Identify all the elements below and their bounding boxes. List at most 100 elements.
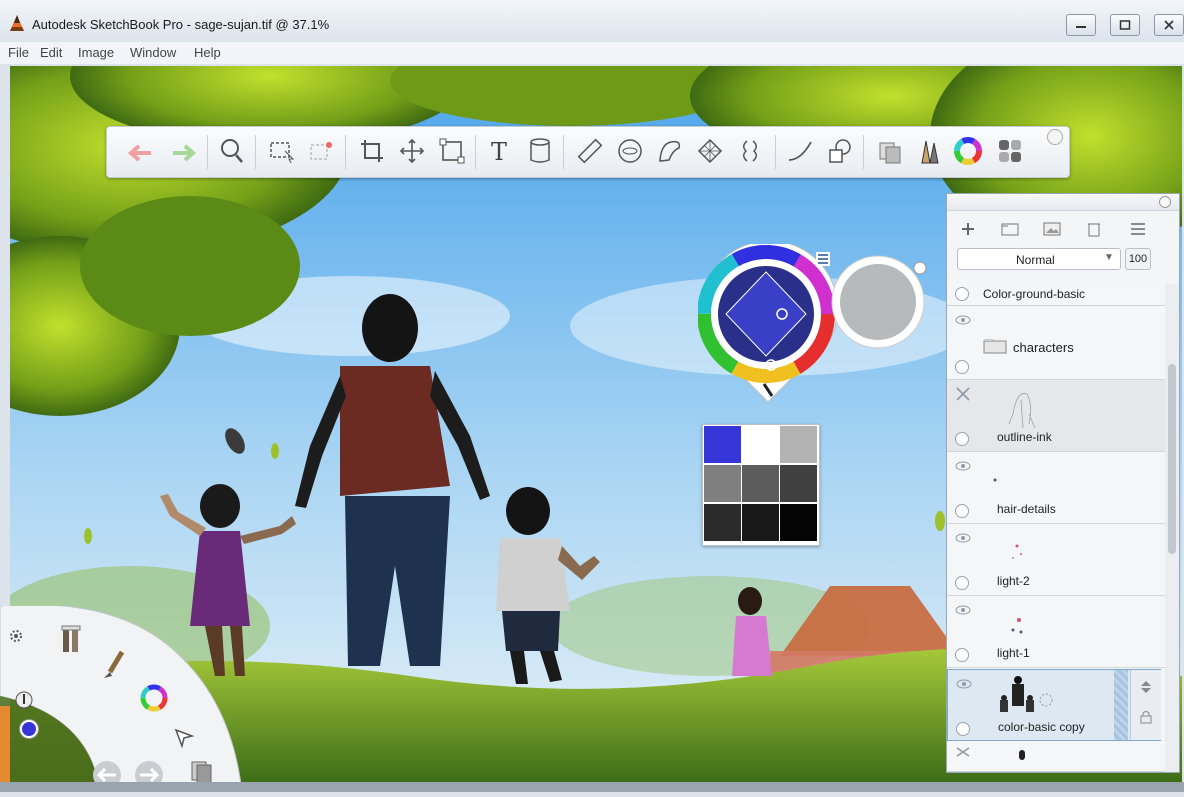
symmetry-icon — [743, 140, 757, 162]
select-arrow-button[interactable] — [172, 724, 196, 749]
layer-scrollbar-thumb[interactable] — [1168, 364, 1176, 554]
pointer-icon — [174, 728, 195, 749]
eye-icon[interactable] — [956, 678, 972, 690]
layer-toggle-circle[interactable] — [955, 576, 969, 590]
lagoon-menu — [0, 604, 250, 793]
ruler-button[interactable] — [575, 131, 605, 171]
hidden-layer-icon[interactable] — [955, 746, 971, 758]
menu-file[interactable]: File — [8, 45, 29, 60]
move-button[interactable] — [397, 131, 427, 171]
menu-bar: File Edit Image Window Help — [0, 42, 1184, 64]
layer-scrollbar[interactable] — [1165, 284, 1179, 772]
layer-menu-button[interactable] — [1127, 218, 1149, 240]
stroke-button[interactable] — [785, 131, 815, 171]
lasso-select-button[interactable] — [307, 131, 337, 171]
eye-icon[interactable] — [955, 604, 971, 616]
layer-thumbnail — [1008, 393, 1036, 429]
layer-toggle-circle[interactable] — [955, 648, 969, 662]
move-layer-icon[interactable] — [1139, 680, 1153, 694]
current-color-dot[interactable] — [20, 720, 38, 738]
swatch-7[interactable] — [704, 504, 741, 541]
brush-button[interactable] — [102, 650, 130, 680]
eye-icon[interactable] — [955, 460, 971, 472]
swatch-6[interactable] — [780, 465, 817, 502]
toolbar-grip[interactable] — [1047, 129, 1063, 145]
layer-row[interactable]: Color-ground-basic — [947, 282, 1165, 306]
layer-row[interactable]: light-1 — [947, 596, 1165, 668]
close-button[interactable] — [1154, 14, 1184, 36]
swatch-8[interactable] — [742, 504, 779, 541]
layer-row[interactable]: light-2 — [947, 524, 1165, 596]
layer-row[interactable]: outline-ink — [947, 380, 1165, 452]
menu-window[interactable]: Window — [130, 45, 176, 60]
lock-icon[interactable] — [1139, 710, 1153, 724]
clear-layer-button[interactable] — [1083, 218, 1105, 240]
lagoon-color-button[interactable] — [138, 682, 170, 714]
transform-button[interactable] — [437, 131, 467, 171]
layer-row-selected[interactable]: color-basic copy — [947, 669, 1161, 741]
brush-puck[interactable] — [60, 624, 86, 656]
menu-image[interactable]: Image — [78, 45, 114, 60]
layer-actions — [1130, 670, 1161, 740]
eye-icon[interactable] — [955, 532, 971, 544]
text-button[interactable]: T — [485, 131, 515, 171]
swatch-4[interactable] — [704, 465, 741, 502]
minimize-button[interactable] — [1066, 14, 1096, 36]
lasso-select-icon — [310, 142, 332, 160]
swatch-2[interactable] — [742, 426, 779, 463]
crop-button[interactable] — [357, 131, 387, 171]
layer-panel-header — [947, 194, 1179, 211]
transform-icon — [439, 138, 465, 164]
zoom-button[interactable] — [217, 131, 247, 171]
layer-toggle-circle[interactable] — [955, 360, 969, 374]
brush-library-icon — [921, 140, 939, 164]
add-layer-button[interactable] — [957, 218, 979, 240]
color-puck[interactable] — [697, 240, 938, 404]
symmetry-button[interactable] — [735, 131, 765, 171]
menu-edit[interactable]: Edit — [40, 45, 62, 60]
fill-button[interactable] — [525, 131, 555, 171]
lagoon-settings-button[interactable] — [8, 628, 24, 644]
maximize-button[interactable] — [1110, 14, 1140, 36]
opacity-field[interactable]: 100 — [1125, 248, 1151, 270]
select-button[interactable] — [267, 131, 297, 171]
shape-button[interactable] — [825, 131, 855, 171]
hidden-layer-icon[interactable] — [955, 386, 971, 402]
layer-name: light-1 — [997, 646, 1030, 660]
copy-paste-button[interactable] — [875, 131, 905, 171]
layer-panel-close-icon[interactable] — [1159, 196, 1171, 208]
palette-button[interactable] — [995, 131, 1025, 171]
layer-row[interactable]: characters — [947, 306, 1165, 380]
brush-size-button[interactable] — [14, 690, 34, 710]
add-image-button[interactable] — [1041, 218, 1063, 240]
swatch-3[interactable] — [780, 426, 817, 463]
swatch-5[interactable] — [742, 465, 779, 502]
layer-toggle-circle[interactable] — [955, 504, 969, 518]
layer-name: color-basic copy — [998, 720, 1085, 734]
color-wheel-button[interactable] — [953, 131, 983, 171]
layer-toggle-circle[interactable] — [955, 432, 969, 446]
perspective-button[interactable] — [695, 131, 725, 171]
ellipse-guide-button[interactable] — [615, 131, 645, 171]
blend-mode-select[interactable]: Normal ▼ — [957, 248, 1121, 270]
french-curve-button[interactable] — [655, 131, 685, 171]
undo-button[interactable] — [125, 131, 155, 171]
perspective-icon — [697, 138, 723, 164]
menu-help[interactable]: Help — [194, 45, 221, 60]
swatch-9[interactable] — [780, 504, 817, 541]
add-group-button[interactable] — [999, 218, 1021, 240]
layer-row[interactable]: hair-details — [947, 452, 1165, 524]
brush-icon — [104, 650, 125, 678]
sketchbook-app-icon — [10, 15, 24, 31]
minimize-icon — [1076, 26, 1086, 28]
swatch-1[interactable] — [704, 426, 741, 463]
eye-icon[interactable] — [955, 314, 971, 326]
lagoon-copy-button[interactable] — [190, 758, 214, 784]
layer-toggle-circle[interactable] — [956, 722, 970, 736]
redo-button[interactable] — [169, 131, 199, 171]
brush-library-button[interactable] — [915, 131, 945, 171]
layer-row[interactable] — [947, 742, 1165, 772]
layer-drag-handle[interactable] — [1114, 670, 1128, 740]
layer-thumbnail — [993, 478, 997, 482]
layer-toggle-circle[interactable] — [955, 287, 969, 301]
